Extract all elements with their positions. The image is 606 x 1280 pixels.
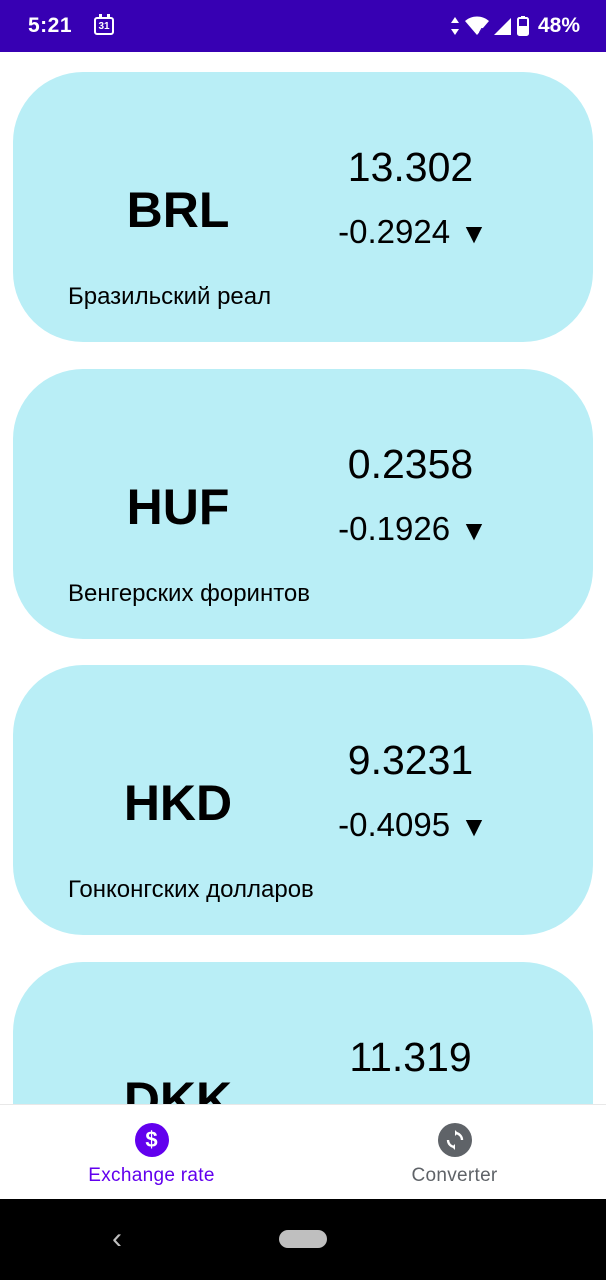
rate-change-value: -0.1926 <box>338 510 451 547</box>
data-transfer-icon <box>450 17 459 35</box>
currency-rate: 0.2358 <box>347 441 474 487</box>
rate-change: -0.4095 ▼ <box>323 805 503 847</box>
nav-label: Converter <box>411 1165 498 1186</box>
currency-rate: 11.319 <box>349 1034 472 1080</box>
system-navigation-bar: ‹ <box>0 1199 606 1280</box>
currency-card[interactable]: DKK 11.319 <box>13 962 593 1104</box>
wifi-icon: 4 <box>464 16 489 36</box>
currency-name: Гонконгских долларов <box>68 876 314 903</box>
currency-code: HKD <box>123 775 233 831</box>
currency-code: DKK <box>123 1072 233 1104</box>
currency-list[interactable]: BRL 13.302 -0.2924 ▼ Бразильский реал HUF… <box>0 52 606 1104</box>
arrow-down-icon: ▼ <box>460 218 488 249</box>
currency-rate: 13.302 <box>347 144 474 190</box>
battery-icon <box>516 16 529 36</box>
arrow-down-icon: ▼ <box>460 811 488 842</box>
bottom-navigation: $ Exchange rate Converter <box>0 1104 606 1200</box>
battery-percent: 48% <box>537 14 580 37</box>
dollar-icon: $ <box>134 1123 169 1157</box>
rate-change: -0.1926 ▼ <box>323 509 503 551</box>
calendar-icon: 31 <box>94 14 115 35</box>
status-bar: 5:21 31 4 48% <box>0 0 606 52</box>
home-pill[interactable] <box>279 1230 327 1248</box>
currency-card[interactable]: HKD 9.3231 -0.4095 ▼ Гонконгских долларов <box>13 665 593 935</box>
nav-label: Exchange rate <box>88 1165 215 1186</box>
nav-exchange-rate[interactable]: $ Exchange rate <box>0 1105 303 1200</box>
back-icon[interactable]: ‹ <box>112 1221 122 1257</box>
sync-icon <box>437 1123 472 1157</box>
svg-text:4: 4 <box>479 27 484 36</box>
currency-card[interactable]: BRL 13.302 -0.2924 ▼ Бразильский реал <box>13 72 593 342</box>
sync-arrows-icon <box>446 1130 463 1150</box>
currency-code: HUF <box>126 479 230 535</box>
rate-change: -0.2924 ▼ <box>323 212 503 254</box>
currency-name: Венгерских форинтов <box>68 580 311 607</box>
currency-rate: 9.3231 <box>347 737 474 783</box>
rate-change-value: -0.4095 <box>338 806 451 843</box>
currency-card[interactable]: HUF 0.2358 -0.1926 ▼ Венгерских форинтов <box>13 369 593 639</box>
arrow-down-icon: ▼ <box>460 515 488 546</box>
nav-converter[interactable]: Converter <box>303 1105 606 1200</box>
status-time: 5:21 <box>28 14 73 37</box>
currency-code: BRL <box>126 182 230 238</box>
signal-icon <box>493 18 511 35</box>
currency-name: Бразильский реал <box>68 283 272 310</box>
status-icons: 4 48% <box>450 14 580 38</box>
rate-change-value: -0.2924 <box>338 213 451 250</box>
